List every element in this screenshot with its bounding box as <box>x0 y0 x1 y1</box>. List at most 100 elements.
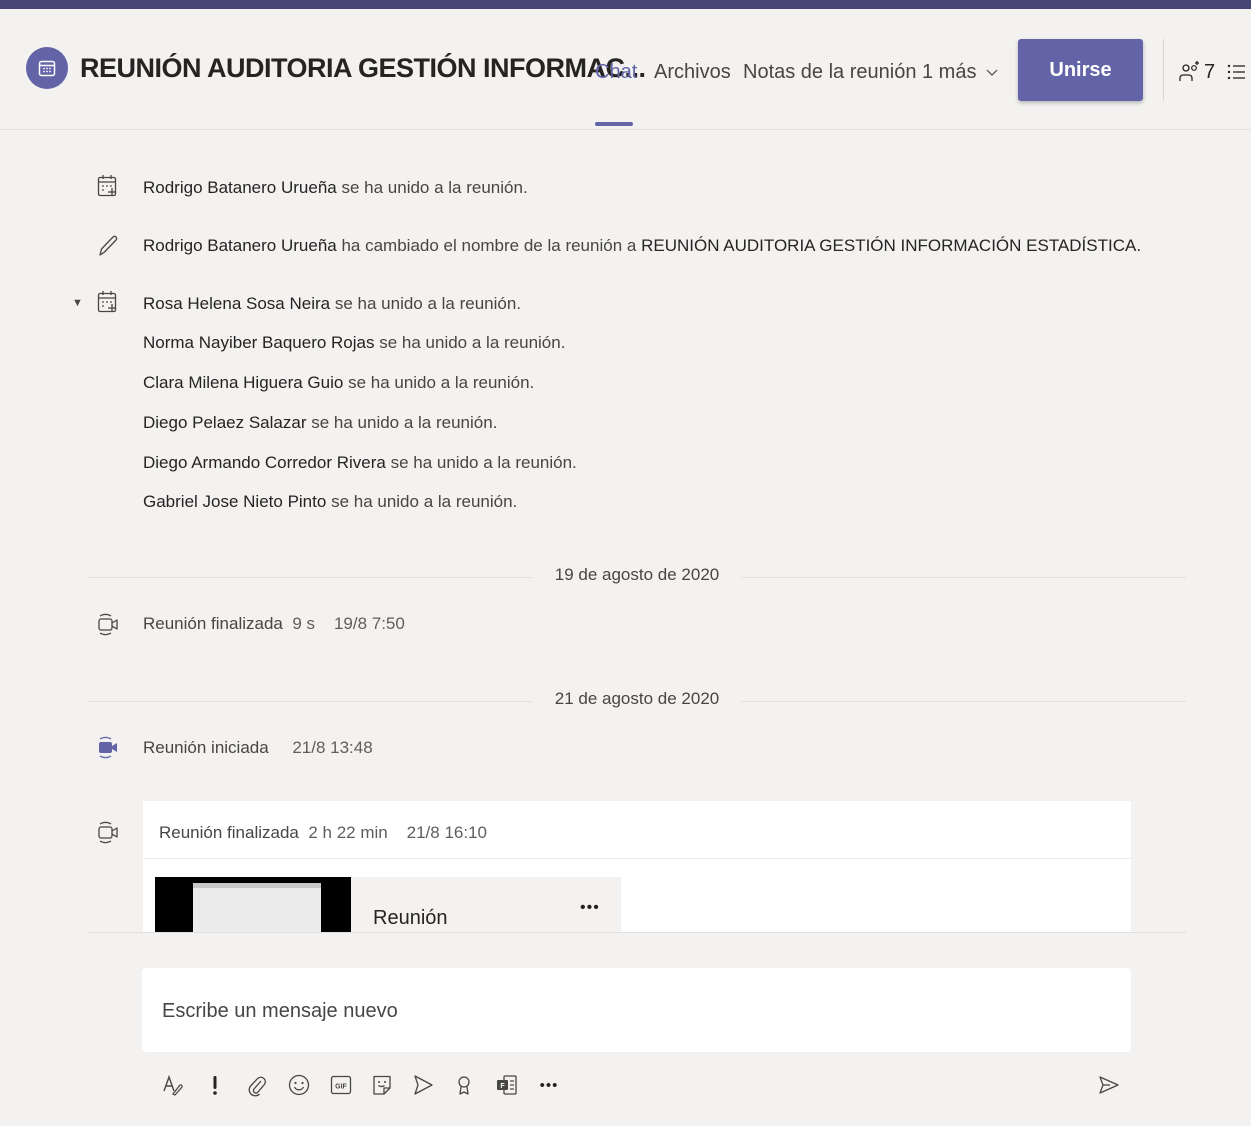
format-button[interactable] <box>161 1072 185 1098</box>
date-label: 21 de agosto de 2020 <box>554 689 720 708</box>
participant-name: Clara Milena Higuera Guio <box>143 373 344 392</box>
meet-now-button[interactable] <box>411 1072 435 1098</box>
separator-line <box>88 701 532 702</box>
event-text: se ha unido a la reunión. <box>334 294 522 313</box>
recording-title: Reunión <box>373 907 448 929</box>
card-divider <box>143 858 1131 859</box>
participant-name: Gabriel Jose Nieto Pinto <box>143 492 327 511</box>
calendar-join-icon <box>97 291 117 313</box>
tab-meeting-notes[interactable]: Notas de la reunión <box>743 61 916 84</box>
calendar-join-icon <box>97 175 117 197</box>
forms-icon: F <box>497 1075 517 1095</box>
meeting-duration: 2 h 22 min <box>308 823 388 842</box>
chevron-down-icon <box>986 69 998 76</box>
send-button[interactable] <box>1097 1072 1121 1098</box>
participant-name: Rodrigo Batanero Urueña <box>143 236 337 255</box>
new-meeting-name: REUNIÓN AUDITORIA GESTIÓN INFORMACIÓN ES… <box>641 236 1142 255</box>
date-separator: 21 de agosto de 2020 <box>88 689 1186 713</box>
date-separator: 19 de agosto de 2020 <box>88 565 1186 589</box>
chat-bottom-divider <box>88 932 1186 933</box>
meeting-ended-icon <box>98 821 118 844</box>
event-rename-message: Rodrigo Batanero Urueña ha cambiado el n… <box>143 236 1141 256</box>
meet-now-icon <box>414 1075 433 1095</box>
meeting-time: 21/8 16:10 <box>406 823 487 842</box>
emoji-button[interactable] <box>287 1072 311 1098</box>
meeting-ended-label: Reunión finalizada <box>143 614 283 633</box>
participant-name: Norma Nayiber Baquero Rojas <box>143 333 375 352</box>
separator-line <box>741 701 1186 702</box>
event-join-message: Gabriel Jose Nieto Pinto se ha unido a l… <box>143 492 517 512</box>
message-input[interactable] <box>162 1000 1062 1023</box>
meeting-calendar-avatar <box>26 47 68 89</box>
meeting-header: REUNIÓN AUDITORIA GESTIÓN INFORMAC... Ch… <box>0 9 1251 130</box>
important-icon <box>213 1076 217 1095</box>
meeting-ended-card: Reunión finalizada 2 h 22 min 21/8 16:10… <box>143 801 1131 932</box>
meeting-started-icon <box>99 736 117 759</box>
date-label: 19 de agosto de 2020 <box>554 565 720 584</box>
event-text: se ha unido a la reunión. <box>348 373 535 392</box>
event-join-message: Diego Pelaez Salazar se ha unido a la re… <box>143 413 497 433</box>
meeting-ended-icon <box>98 613 118 636</box>
forms-button[interactable]: F <box>495 1072 519 1098</box>
event-text: se ha unido a la reunión. <box>331 492 518 511</box>
gif-icon: GIF <box>330 1075 352 1095</box>
header-divider <box>1163 39 1164 101</box>
format-icon <box>163 1074 183 1096</box>
gif-button[interactable]: GIF <box>329 1072 353 1098</box>
event-join-message: Diego Armando Corredor Rivera se ha unid… <box>143 453 577 473</box>
participant-count: 7 <box>1204 61 1216 83</box>
separator-line <box>741 577 1186 578</box>
attach-icon <box>248 1076 266 1097</box>
praise-button[interactable] <box>452 1072 476 1098</box>
active-tab-indicator <box>595 122 633 126</box>
svg-text:F: F <box>500 1083 505 1090</box>
praise-icon <box>458 1076 470 1095</box>
more-options-button[interactable]: ••• <box>536 1072 562 1098</box>
participant-name: Rosa Helena Sosa Neira <box>143 294 331 313</box>
collapse-caret-icon[interactable]: ▼ <box>72 297 83 309</box>
sticker-icon <box>373 1075 391 1095</box>
event-join-message: Norma Nayiber Baquero Rojas se ha unido … <box>143 333 565 353</box>
tab-files[interactable]: Archivos <box>654 61 731 84</box>
top-accent-bar <box>0 0 1251 9</box>
meeting-ended-label: Reunión finalizada <box>159 823 299 842</box>
calendar-icon <box>38 60 56 77</box>
participant-name: Diego Pelaez Salazar <box>143 413 307 432</box>
meeting-time: 19/8 7:50 <box>333 614 405 633</box>
svg-text:GIF: GIF <box>335 1084 347 1091</box>
emoji-icon <box>288 1074 310 1096</box>
recording-thumbnail <box>155 877 351 932</box>
attach-button[interactable] <box>245 1072 269 1098</box>
event-text: se ha unido a la reunión. <box>341 178 528 197</box>
event-text: se ha unido a la reunión. <box>390 453 577 472</box>
tab-more[interactable]: 1 más <box>922 61 998 84</box>
compose-box[interactable] <box>142 968 1131 1052</box>
event-text: se ha unido a la reunión. <box>379 333 566 352</box>
tab-more-label: 1 más <box>922 61 977 83</box>
list-icon <box>1227 64 1245 80</box>
participant-name: Rodrigo Batanero Urueña <box>143 178 337 197</box>
recording-more-options[interactable]: ••• <box>580 899 600 917</box>
meeting-ended-event: Reunión finalizada 9 s 19/8 7:50 <box>143 614 405 634</box>
event-text: ha cambiado el nombre de la reunión a <box>341 236 637 255</box>
event-join-message: Rosa Helena Sosa Neira se ha unido a la … <box>143 294 521 314</box>
event-join-message: Rodrigo Batanero Urueña se ha unido a la… <box>143 178 528 198</box>
pencil-icon <box>99 235 118 256</box>
event-text: se ha unido a la reunión. <box>311 413 498 432</box>
meeting-title: REUNIÓN AUDITORIA GESTIÓN INFORMAC... <box>80 53 646 83</box>
meeting-details-button[interactable] <box>1226 61 1246 88</box>
sticker-button[interactable] <box>370 1072 394 1098</box>
people-add-icon <box>1179 61 1199 81</box>
meeting-started-label: Reunión iniciada <box>143 738 269 757</box>
join-button[interactable]: Unirse <box>1018 39 1143 101</box>
meeting-time: 21/8 13:48 <box>292 738 373 757</box>
important-button[interactable] <box>203 1072 227 1098</box>
meeting-started-event: Reunión iniciada 21/8 13:48 <box>143 738 373 758</box>
meeting-recording[interactable]: Reunión ••• <box>155 877 621 932</box>
meeting-duration: 9 s <box>292 614 316 633</box>
tab-chat[interactable]: Chat <box>595 61 637 84</box>
participant-name: Diego Armando Corredor Rivera <box>143 453 386 472</box>
send-icon <box>1099 1076 1119 1094</box>
separator-line <box>88 577 532 578</box>
meeting-ended-event: Reunión finalizada 2 h 22 min 21/8 16:10 <box>159 823 487 843</box>
